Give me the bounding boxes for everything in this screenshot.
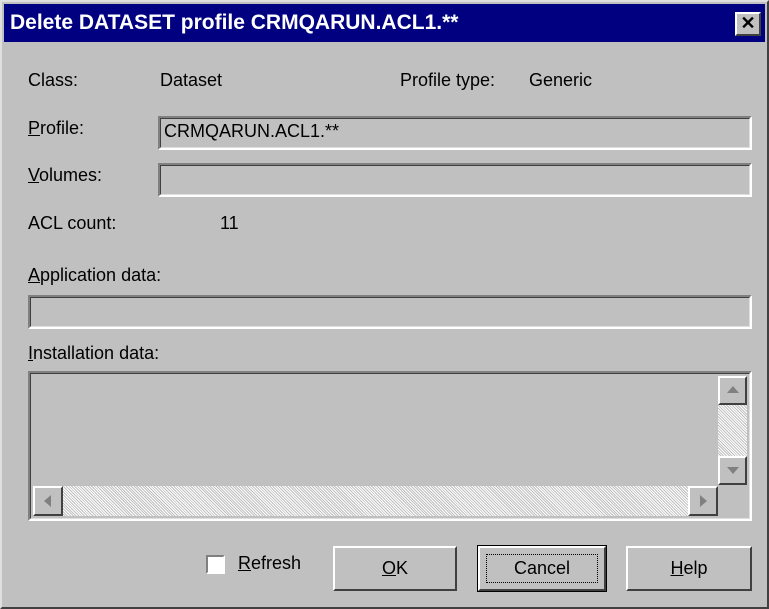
acl-count-value: 11 xyxy=(220,213,239,233)
horizontal-scrollbar[interactable] xyxy=(33,486,718,516)
close-icon: ✕ xyxy=(740,13,756,33)
application-data-label: Application data: xyxy=(28,265,162,285)
scroll-left-button[interactable] xyxy=(33,486,63,516)
profile-type-value: Generic xyxy=(529,70,593,90)
volumes-label: Volumes: xyxy=(28,165,103,185)
installation-data-label: Installation data: xyxy=(28,343,160,363)
volumes-field[interactable] xyxy=(158,163,752,197)
class-label: Class: xyxy=(28,70,79,90)
scroll-up-button[interactable] xyxy=(718,376,747,405)
application-data-field[interactable] xyxy=(28,295,752,329)
arrow-down-icon xyxy=(727,467,739,474)
arrow-up-icon xyxy=(727,386,739,393)
acl-count-label: ACL count: xyxy=(28,213,117,233)
delete-profile-dialog: Delete DATASET profile CRMQARUN.ACL1.** … xyxy=(0,0,769,609)
profile-field[interactable]: CRMQARUN.ACL1.** xyxy=(158,116,752,150)
scrollbar-corner xyxy=(718,486,747,516)
ok-button[interactable]: OK xyxy=(333,546,457,591)
profile-value: CRMQARUN.ACL1.** xyxy=(164,121,340,141)
cancel-button[interactable]: Cancel xyxy=(477,545,607,592)
refresh-label[interactable]: Refresh xyxy=(238,553,301,574)
title-bar: Delete DATASET profile CRMQARUN.ACL1.** … xyxy=(4,4,765,42)
scroll-right-button[interactable] xyxy=(688,486,718,516)
profile-label: Profile: xyxy=(28,118,85,138)
class-value: Dataset xyxy=(160,70,223,90)
scroll-down-button[interactable] xyxy=(718,456,747,485)
arrow-right-icon xyxy=(700,495,707,507)
focus-indicator xyxy=(486,554,598,583)
profile-type-label: Profile type: xyxy=(400,70,496,90)
arrow-left-icon xyxy=(44,495,51,507)
help-button[interactable]: Help xyxy=(626,546,752,591)
refresh-checkbox[interactable] xyxy=(206,555,225,574)
installation-data-textarea[interactable] xyxy=(28,371,752,521)
close-button[interactable]: ✕ xyxy=(735,12,761,36)
window-title: Delete DATASET profile CRMQARUN.ACL1.** xyxy=(10,11,459,34)
